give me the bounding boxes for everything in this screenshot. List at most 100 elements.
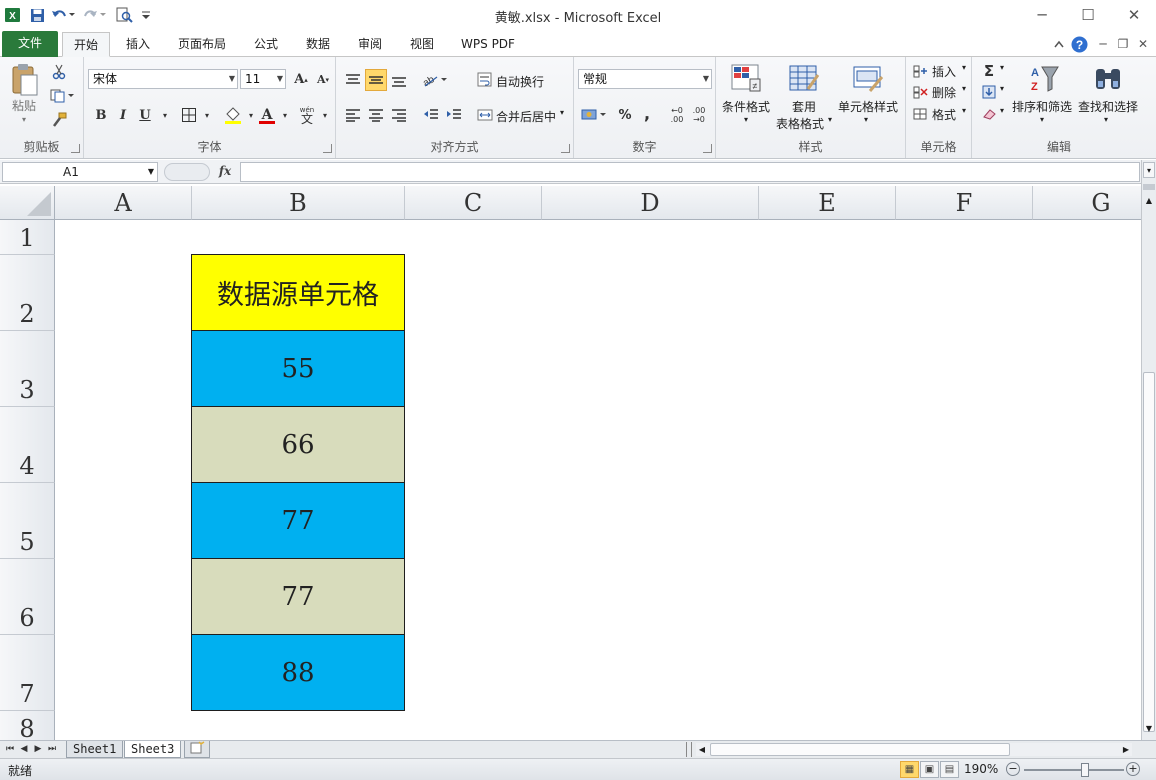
scroll-right-icon[interactable]: ▶ <box>1120 743 1132 756</box>
page-break-view-icon[interactable]: ▤ <box>940 761 959 778</box>
underline-button[interactable]: U <box>134 104 156 126</box>
format-as-table-label-2[interactable]: 表格格式 <box>776 115 824 132</box>
workbook-restore-icon[interactable]: ❐ <box>1114 35 1132 53</box>
format-painter-icon[interactable] <box>48 109 70 131</box>
scroll-down-icon[interactable]: ▼ <box>1143 722 1155 736</box>
worksheet-grid[interactable]: A B C D E F G 1 2 3 4 5 6 7 8 数据源单元格 55 … <box>0 186 1141 740</box>
row-header-4[interactable]: 4 <box>0 407 55 483</box>
tab-file[interactable]: 文件 <box>2 31 58 57</box>
decrease-decimal-button[interactable]: .00 →0 <box>688 104 710 126</box>
zoom-level[interactable]: 190% <box>964 762 998 776</box>
insert-cells-icon[interactable] <box>910 60 932 82</box>
merge-dropdown-icon[interactable]: ▾ <box>560 108 564 117</box>
align-left-icon[interactable] <box>342 104 364 126</box>
sort-filter-icon[interactable]: AZ <box>1028 63 1060 95</box>
italic-button[interactable]: I <box>112 104 134 126</box>
prev-sheet-icon[interactable]: ◀ <box>18 742 30 757</box>
fill-dropdown-icon[interactable]: ▾ <box>1000 84 1004 93</box>
workbook-minimize-icon[interactable]: ─ <box>1094 35 1112 53</box>
cell-styles-label[interactable]: 单元格样式 <box>838 98 898 115</box>
bold-button[interactable]: B <box>90 104 112 126</box>
format-as-table-icon[interactable] <box>788 63 820 95</box>
tab-formulas[interactable]: 公式 <box>244 32 288 57</box>
column-header-e[interactable]: E <box>759 186 896 220</box>
align-top-icon[interactable] <box>342 69 364 91</box>
cell-styles-dropdown-icon[interactable]: ▾ <box>864 115 868 124</box>
cell-b7[interactable]: 88 <box>191 634 405 711</box>
cell-b4[interactable]: 66 <box>191 406 405 483</box>
comma-style-button[interactable]: , <box>636 102 658 124</box>
borders-dropdown-icon[interactable]: ▾ <box>196 104 218 126</box>
find-select-icon[interactable] <box>1092 63 1124 95</box>
row-header-3[interactable]: 3 <box>0 331 55 407</box>
paste-label[interactable]: 粘贴 <box>12 97 36 114</box>
row-header-7[interactable]: 7 <box>0 635 55 711</box>
shrink-font-icon[interactable]: A ▾ <box>312 68 334 90</box>
row-header-6[interactable]: 6 <box>0 559 55 635</box>
last-sheet-icon[interactable]: ⏭ <box>46 742 58 757</box>
wrap-text-icon[interactable] <box>474 69 496 91</box>
insert-function-button[interactable]: fx <box>214 164 236 180</box>
autosum-dropdown-icon[interactable]: ▾ <box>1000 63 1004 72</box>
number-format-combo[interactable]: 常规 ▼ <box>578 69 712 89</box>
insert-sheet-icon[interactable] <box>184 741 210 758</box>
find-select-dropdown-icon[interactable]: ▾ <box>1104 115 1108 124</box>
font-launcher-icon[interactable] <box>323 144 332 153</box>
grow-font-icon[interactable]: A ▴ <box>290 68 312 90</box>
scroll-left-icon[interactable]: ◀ <box>696 743 708 756</box>
format-dropdown-icon[interactable]: ▾ <box>962 106 966 115</box>
fill-icon[interactable] <box>978 81 1000 103</box>
phonetic-dropdown-icon[interactable]: ▾ <box>314 104 336 126</box>
scroll-up-icon[interactable]: ▲ <box>1143 194 1155 208</box>
row-header-8[interactable]: 8 <box>0 711 55 740</box>
row-header-5[interactable]: 5 <box>0 483 55 559</box>
conditional-formatting-icon[interactable]: ≠ <box>730 63 762 95</box>
paste-icon[interactable] <box>10 63 42 96</box>
align-bottom-icon[interactable] <box>388 69 410 91</box>
format-as-table-label-1[interactable]: 套用 <box>792 98 816 115</box>
minimize-icon[interactable]: ─ <box>1019 3 1065 27</box>
delete-cells-icon[interactable] <box>910 81 932 103</box>
close-icon[interactable]: ✕ <box>1111 3 1156 27</box>
copy-icon[interactable] <box>48 85 78 107</box>
horizontal-scroll-thumb[interactable] <box>710 743 1010 756</box>
name-box[interactable]: A1 ▼ <box>2 162 158 182</box>
delete-cells-label[interactable]: 删除 <box>932 84 956 101</box>
tab-insert[interactable]: 插入 <box>116 32 160 57</box>
row-header-1[interactable]: 1 <box>0 220 55 255</box>
cell-b3[interactable]: 55 <box>191 330 405 407</box>
tab-page-layout[interactable]: 页面布局 <box>170 32 234 57</box>
horizontal-scrollbar[interactable]: ◀ ▶ <box>696 743 1132 756</box>
sheet-tab-sheet3[interactable]: Sheet3 <box>124 741 182 758</box>
wrap-text-label[interactable]: 自动换行 <box>496 73 544 90</box>
vertical-scrollbar[interactable]: ▾ ▲ ▼ <box>1141 160 1156 740</box>
alignment-launcher-icon[interactable] <box>561 144 570 153</box>
tab-view[interactable]: 视图 <box>400 32 444 57</box>
column-header-g[interactable]: G <box>1033 186 1141 220</box>
cell-b2[interactable]: 数据源单元格 <box>191 254 405 331</box>
cell-b6[interactable]: 77 <box>191 558 405 635</box>
maximize-icon[interactable]: ☐ <box>1065 3 1111 27</box>
vertical-scroll-thumb[interactable] <box>1143 372 1155 732</box>
column-header-d[interactable]: D <box>542 186 759 220</box>
zoom-slider-thumb[interactable] <box>1081 763 1089 777</box>
clear-icon[interactable] <box>978 103 1000 125</box>
tab-data[interactable]: 数据 <box>296 32 340 57</box>
tab-home[interactable]: 开始 <box>62 32 110 57</box>
align-middle-icon[interactable] <box>365 69 387 91</box>
split-handle[interactable] <box>1143 184 1155 190</box>
first-sheet-icon[interactable]: ⏮ <box>4 742 16 757</box>
next-sheet-icon[interactable]: ▶ <box>32 742 44 757</box>
formula-input[interactable] <box>240 162 1140 182</box>
font-color-dropdown-icon[interactable]: ▾ <box>274 104 296 126</box>
column-header-f[interactable]: F <box>896 186 1033 220</box>
expand-formula-bar-icon[interactable]: ▾ <box>1143 162 1155 178</box>
number-launcher-icon[interactable] <box>703 144 712 153</box>
merge-center-label[interactable]: 合并后居中 <box>496 108 556 125</box>
increase-decimal-button[interactable]: ←0.00 <box>666 104 688 126</box>
cell-styles-icon[interactable] <box>852 63 884 95</box>
page-layout-view-icon[interactable]: ▣ <box>920 761 939 778</box>
orientation-icon[interactable]: ab <box>420 69 450 91</box>
delete-dropdown-icon[interactable]: ▾ <box>962 84 966 93</box>
align-center-icon[interactable] <box>365 104 387 126</box>
